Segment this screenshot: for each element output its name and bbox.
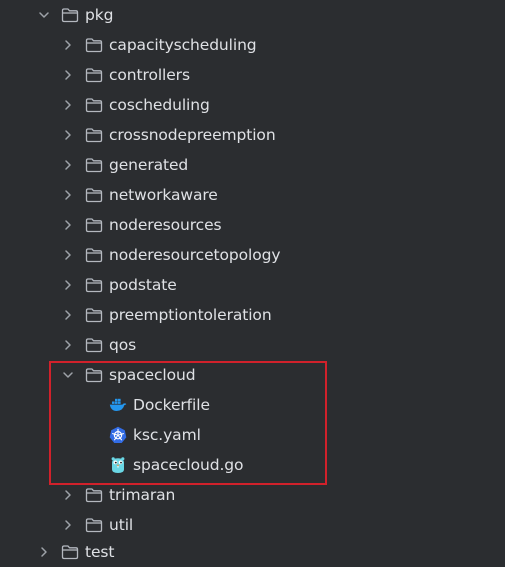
gopher-icon: [111, 457, 125, 473]
tree-item-coscheduling[interactable]: coscheduling: [0, 90, 505, 120]
chevron-right-icon[interactable]: [62, 309, 74, 321]
tree-item-util[interactable]: util: [0, 510, 505, 540]
folder-icon: [85, 338, 103, 353]
folder-icon: [85, 68, 103, 83]
tree-item-label: controllers: [109, 66, 190, 84]
chevron-right-icon[interactable]: [62, 249, 74, 261]
folder-icon: [85, 128, 103, 143]
tree-item-controllers[interactable]: controllers: [0, 60, 505, 90]
chevron-right-icon[interactable]: [62, 519, 74, 531]
folder-icon: [85, 368, 103, 383]
tree-item-preemptiontoleration[interactable]: preemptiontoleration: [0, 300, 505, 330]
folder-icon: [85, 518, 103, 533]
tree-item-label: test: [85, 543, 115, 561]
tree-item-label: capacityscheduling: [109, 36, 257, 54]
tree-item-spacecloud-go[interactable]: spacecloud.go: [0, 450, 505, 480]
tree-item-label: spacecloud: [109, 366, 196, 384]
tree-item-label: qos: [109, 336, 137, 354]
chevron-right-icon[interactable]: [62, 99, 74, 111]
chevron-right-icon[interactable]: [62, 189, 74, 201]
folder-icon: [85, 188, 103, 203]
tree-item-label: preemptiontoleration: [109, 306, 272, 324]
tree-item-qos[interactable]: qos: [0, 330, 505, 360]
folder-icon: [85, 98, 103, 113]
folder-icon: [85, 38, 103, 53]
chevron-right-icon[interactable]: [62, 39, 74, 51]
tree-item-dockerfile[interactable]: Dockerfile: [0, 390, 505, 420]
project-tree: pkg capacityscheduling controllers cosch…: [0, 0, 505, 567]
tree-item-spacecloud[interactable]: spacecloud: [0, 360, 505, 390]
folder-icon: [85, 248, 103, 263]
chevron-right-icon[interactable]: [38, 546, 50, 558]
chevron-right-icon[interactable]: [62, 159, 74, 171]
tree-item-label: networkaware: [109, 186, 218, 204]
tree-item-label: trimaran: [109, 486, 176, 504]
tree-item-crossnodepreemption[interactable]: crossnodepreemption: [0, 120, 505, 150]
tree-item-label: coscheduling: [109, 96, 210, 114]
tree-item-label: crossnodepreemption: [109, 126, 276, 144]
tree-item-label: noderesources: [109, 216, 222, 234]
tree-item-generated[interactable]: generated: [0, 150, 505, 180]
kubernetes-icon: [109, 426, 127, 443]
chevron-right-icon[interactable]: [62, 129, 74, 141]
tree-item-label: spacecloud.go: [133, 456, 244, 474]
folder-icon: [85, 218, 103, 233]
tree-item-ksc-yaml[interactable]: ksc.yaml: [0, 420, 505, 450]
chevron-right-icon[interactable]: [62, 279, 74, 291]
tree-item-podstate[interactable]: podstate: [0, 270, 505, 300]
tree-item-noderesourcetopology[interactable]: noderesourcetopology: [0, 240, 505, 270]
folder-icon: [61, 8, 79, 23]
tree-item-label: util: [109, 516, 134, 534]
tree-item-label: pkg: [85, 6, 114, 24]
tree-item-noderesources[interactable]: noderesources: [0, 210, 505, 240]
chevron-right-icon[interactable]: [62, 489, 74, 501]
folder-icon: [85, 158, 103, 173]
folder-icon: [85, 278, 103, 293]
folder-icon: [61, 545, 79, 560]
docker-icon: [109, 398, 127, 411]
tree-item-pkg[interactable]: pkg: [0, 0, 505, 30]
tree-item-trimaran[interactable]: trimaran: [0, 480, 505, 510]
folder-icon: [85, 308, 103, 323]
chevron-right-icon[interactable]: [62, 69, 74, 81]
tree-item-label: Dockerfile: [133, 396, 210, 414]
folder-icon: [85, 488, 103, 503]
tree-item-test[interactable]: test: [0, 537, 505, 567]
tree-item-label: podstate: [109, 276, 177, 294]
tree-item-label: ksc.yaml: [133, 426, 201, 444]
chevron-right-icon[interactable]: [62, 339, 74, 351]
tree-item-capacityscheduling[interactable]: capacityscheduling: [0, 30, 505, 60]
chevron-down-icon[interactable]: [38, 9, 50, 21]
tree-item-label: generated: [109, 156, 189, 174]
chevron-down-icon[interactable]: [62, 369, 74, 381]
tree-item-networkaware[interactable]: networkaware: [0, 180, 505, 210]
chevron-right-icon[interactable]: [62, 219, 74, 231]
tree-item-label: noderesourcetopology: [109, 246, 281, 264]
